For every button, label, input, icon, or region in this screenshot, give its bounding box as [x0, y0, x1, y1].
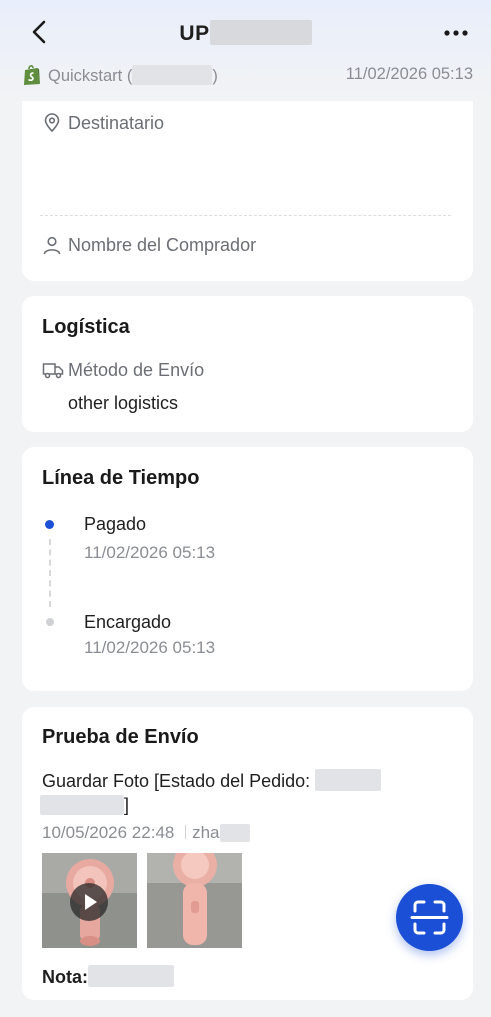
- proof-description-cont: ]: [40, 795, 129, 816]
- logistics-card: Logística Método de Envío other logistic…: [22, 296, 473, 432]
- timeline-connector: [49, 539, 51, 607]
- header: UP Quickstart () 11/02/2026 05:13: [0, 0, 491, 101]
- timeline-event-label: Pagado: [84, 514, 147, 534]
- location-icon: [44, 113, 60, 133]
- proof-meta: 10/05/2026 22:48 zha: [42, 823, 250, 843]
- shop-label: Quickstart (: [48, 67, 133, 85]
- fan-photo-image: [147, 853, 242, 948]
- timeline-event-label: Encargado: [84, 612, 172, 632]
- page-title: UP: [0, 20, 491, 46]
- play-button[interactable]: [70, 883, 108, 921]
- user-icon: [43, 236, 61, 255]
- timeline-dot: [46, 618, 54, 626]
- proof-datetime: 10/05/2026 22:48: [42, 823, 175, 842]
- redacted-mask: [88, 965, 174, 987]
- redacted-mask: [132, 65, 213, 85]
- timeline-event-time: 11/02/2026 05:13: [84, 543, 216, 562]
- note-row: Nota:: [42, 965, 174, 988]
- play-icon: [85, 894, 97, 910]
- timeline-card: Línea de Tiempo Pagado 11/02/2026 05:13 …: [22, 447, 473, 691]
- redacted-mask: [209, 20, 312, 45]
- order-time: 11/02/2026 05:13: [345, 65, 473, 83]
- timeline-dot-active: [45, 520, 54, 529]
- logistics-title: Logística: [42, 316, 130, 338]
- proof-operator: zha: [192, 823, 220, 842]
- address-card: Destinatario Nombre del Comprador: [22, 101, 473, 281]
- redacted-mask: [315, 769, 382, 791]
- proof-description: Guardar Foto [Estado del Pedido:: [42, 769, 382, 792]
- more-button[interactable]: [443, 22, 469, 44]
- note-label: Nota:: [42, 967, 88, 987]
- scan-icon: [410, 900, 449, 935]
- divider: [40, 215, 451, 216]
- order-subheader: Quickstart () 11/02/2026 05:13: [22, 63, 473, 87]
- redacted-mask: [40, 795, 124, 815]
- proof-photo-thumbnail[interactable]: [147, 853, 242, 948]
- proof-desc-line1: Guardar Foto [Estado del Pedido:: [42, 771, 311, 791]
- scan-button[interactable]: [396, 884, 463, 951]
- shop-label-end: ): [212, 67, 218, 85]
- proof-video-thumbnail[interactable]: [42, 853, 137, 948]
- proof-desc-line2-end: ]: [124, 795, 130, 815]
- title-text: UP: [179, 22, 210, 45]
- shop-name: Quickstart (): [48, 65, 218, 86]
- shipping-method-label: Método de Envío: [68, 360, 205, 380]
- shipping-method-value: other logistics: [68, 393, 179, 413]
- meta-divider: [185, 825, 187, 839]
- shopify-icon: [24, 65, 40, 85]
- truck-icon: [42, 363, 64, 379]
- proof-card: Prueba de Envío Guardar Foto [Estado del…: [22, 707, 473, 1000]
- buyer-name-label: Nombre del Comprador: [68, 235, 257, 255]
- proof-title: Prueba de Envío: [42, 726, 199, 748]
- timeline-title: Línea de Tiempo: [42, 467, 200, 489]
- recipient-label: Destinatario: [68, 113, 165, 133]
- timeline-event-time: 11/02/2026 05:13: [84, 638, 216, 657]
- redacted-mask: [219, 824, 250, 842]
- more-icon: [444, 30, 468, 36]
